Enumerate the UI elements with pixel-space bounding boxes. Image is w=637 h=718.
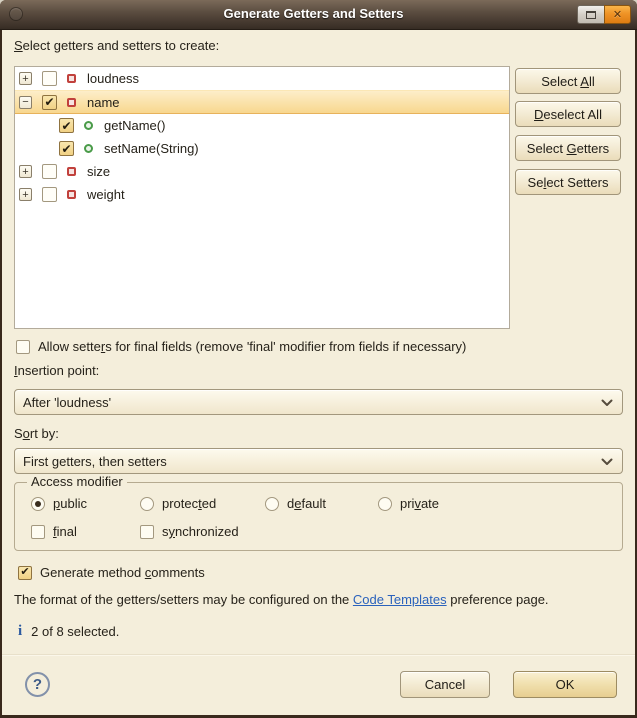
close-icon: ✕ <box>613 8 622 21</box>
window-controls: ✕ <box>577 5 631 24</box>
access-modifier-legend: Access modifier <box>27 474 127 489</box>
radio-private[interactable] <box>378 497 392 511</box>
final-checkbox[interactable] <box>31 525 45 539</box>
sort-by-value: First getters, then setters <box>23 454 167 469</box>
ok-button[interactable]: OK <box>513 671 617 698</box>
chevron-down-icon <box>601 458 613 466</box>
radio-public-label: public <box>53 496 87 511</box>
code-templates-note: The format of the getters/setters may be… <box>14 592 626 607</box>
allow-setters-label: Allow setters for final fields (remove '… <box>38 339 466 354</box>
allow-setters-option[interactable]: Allow setters for final fields (remove '… <box>16 339 466 354</box>
tree-row-label: getName() <box>104 118 165 133</box>
tree-row-label: setName(String) <box>104 141 199 156</box>
insertion-point-label: Insertion point: <box>14 363 99 378</box>
field-icon <box>67 190 76 199</box>
tree-row-loudness[interactable]: + loudness <box>15 67 509 90</box>
final-option[interactable]: final <box>31 524 77 539</box>
radio-protected-option[interactable]: protected <box>140 496 216 511</box>
maximize-icon <box>586 11 596 19</box>
info-icon: i <box>18 623 22 640</box>
collapse-icon[interactable]: − <box>19 96 32 109</box>
allow-setters-checkbox[interactable] <box>16 340 30 354</box>
close-button[interactable]: ✕ <box>604 5 631 24</box>
sort-by-label: Sort by: <box>14 426 59 441</box>
help-button[interactable]: ? <box>25 672 50 697</box>
row-checkbox[interactable] <box>42 95 57 110</box>
button-bar-divider <box>2 654 635 655</box>
field-icon <box>67 167 76 176</box>
row-checkbox[interactable] <box>59 118 74 133</box>
radio-protected-label: protected <box>162 496 216 511</box>
select-getters-button[interactable]: Select Getters <box>515 135 621 161</box>
dialog-window: Generate Getters and Setters ✕ Select ge… <box>0 0 637 718</box>
tree-row-label: weight <box>87 187 125 202</box>
radio-default-option[interactable]: default <box>265 496 326 511</box>
select-getters-label: Select getters and setters to create: <box>14 38 219 53</box>
radio-default[interactable] <box>265 497 279 511</box>
expand-icon[interactable]: + <box>19 72 32 85</box>
synchronized-option[interactable]: synchronized <box>140 524 239 539</box>
field-icon <box>67 98 76 107</box>
expand-icon[interactable]: + <box>19 165 32 178</box>
titlebar[interactable]: Generate Getters and Setters ✕ <box>0 0 637 30</box>
radio-public[interactable] <box>31 497 45 511</box>
getter-setter-tree[interactable]: + loudness − name getName() setName(Stri… <box>14 66 510 329</box>
row-checkbox[interactable] <box>59 141 74 156</box>
tree-row-label: size <box>87 164 110 179</box>
field-icon <box>67 74 76 83</box>
tree-row-label: name <box>87 95 120 110</box>
tree-row-setname[interactable]: setName(String) <box>15 137 509 160</box>
chevron-down-icon <box>601 399 613 407</box>
synchronized-checkbox[interactable] <box>140 525 154 539</box>
radio-private-label: private <box>400 496 439 511</box>
dialog-body: Select getters and setters to create: + … <box>2 30 635 715</box>
radio-protected[interactable] <box>140 497 154 511</box>
radio-private-option[interactable]: private <box>378 496 439 511</box>
access-modifier-group: Access modifier public protected default… <box>14 482 623 551</box>
tree-row-weight[interactable]: + weight <box>15 183 509 206</box>
generate-comments-checkbox[interactable] <box>18 566 32 580</box>
insertion-point-select[interactable]: After 'loudness' <box>14 389 623 415</box>
method-icon <box>84 121 93 130</box>
expand-icon[interactable]: + <box>19 188 32 201</box>
tree-row-size[interactable]: + size <box>15 160 509 183</box>
tree-row-name[interactable]: − name <box>15 90 509 114</box>
tree-row-getname[interactable]: getName() <box>15 114 509 137</box>
maximize-button[interactable] <box>577 5 604 24</box>
window-title: Generate Getters and Setters <box>60 6 567 21</box>
method-icon <box>84 144 93 153</box>
cancel-button[interactable]: Cancel <box>400 671 490 698</box>
help-icon: ? <box>33 676 42 693</box>
select-setters-button[interactable]: Select Setters <box>515 169 621 195</box>
radio-default-label: default <box>287 496 326 511</box>
insertion-point-value: After 'loudness' <box>23 395 111 410</box>
status-text: 2 of 8 selected. <box>31 624 119 639</box>
deselect-all-button[interactable]: Deselect All <box>515 101 621 127</box>
generate-comments-option[interactable]: Generate method comments <box>18 565 205 580</box>
generate-comments-label: Generate method comments <box>40 565 205 580</box>
select-all-button[interactable]: Select All <box>515 68 621 94</box>
code-templates-link[interactable]: Code Templates <box>353 592 447 607</box>
synchronized-label: synchronized <box>162 524 239 539</box>
row-checkbox[interactable] <box>42 71 57 86</box>
tree-row-label: loudness <box>87 71 139 86</box>
sort-by-select[interactable]: First getters, then setters <box>14 448 623 474</box>
window-menu-icon <box>9 7 23 21</box>
radio-public-option[interactable]: public <box>31 496 87 511</box>
row-checkbox[interactable] <box>42 164 57 179</box>
final-label: final <box>53 524 77 539</box>
status-line: i 2 of 8 selected. <box>18 623 119 640</box>
row-checkbox[interactable] <box>42 187 57 202</box>
